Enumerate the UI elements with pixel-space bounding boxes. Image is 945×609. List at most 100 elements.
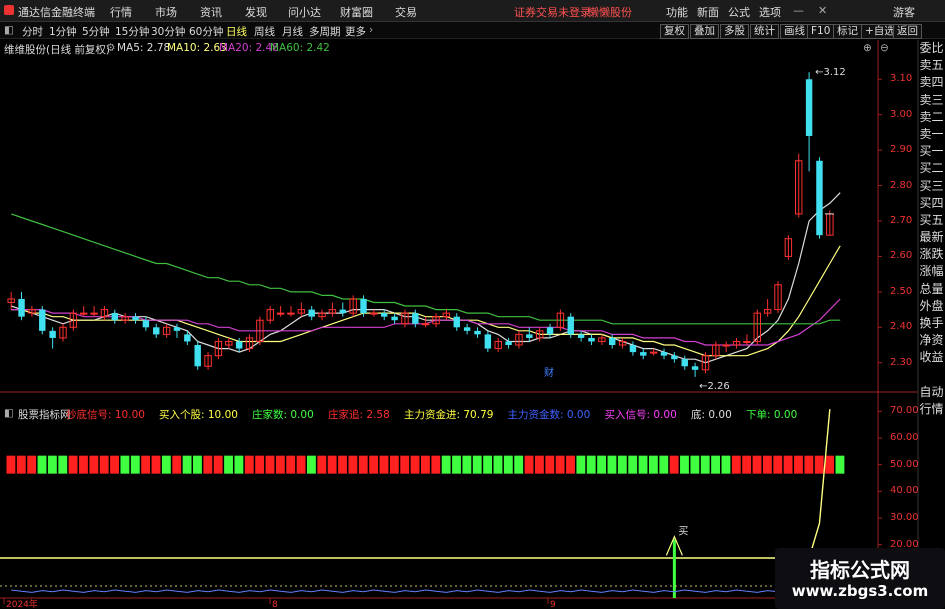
- zoom-out-icon[interactable]: ⊖: [880, 42, 889, 54]
- side-item-17[interactable]: 净资: [918, 332, 945, 349]
- signal-strip-cell: [503, 455, 513, 474]
- menu-formula[interactable]: 公式: [728, 4, 750, 20]
- guest-label[interactable]: 游客: [893, 4, 915, 20]
- back-icon[interactable]: ◧: [4, 24, 14, 36]
- menu-hq[interactable]: 行情: [110, 4, 132, 20]
- signal-strip-cell: [421, 455, 430, 474]
- signal-strip-cell: [742, 455, 752, 474]
- tab-60min[interactable]: 60分钟: [189, 24, 223, 39]
- f10-button[interactable]: F10: [807, 24, 835, 39]
- tab-5min[interactable]: 5分钟: [82, 24, 110, 39]
- signal-strip-cell: [493, 455, 503, 474]
- multi-stock-button[interactable]: 多股: [720, 24, 749, 39]
- menu-trade[interactable]: 交易: [395, 4, 417, 20]
- side-item-15[interactable]: 外盘: [918, 298, 945, 315]
- tab-1min[interactable]: 1分钟: [49, 24, 77, 39]
- side-item-18[interactable]: 收益: [918, 349, 945, 366]
- signal-strip-cell: [566, 455, 575, 474]
- side-item-9[interactable]: 买四: [918, 195, 945, 212]
- statistics-button[interactable]: 统计: [750, 24, 779, 39]
- price-axis-label: 3.00: [890, 108, 913, 120]
- price-axis-label: 2.70: [890, 215, 913, 226]
- side-item-16[interactable]: 换手: [918, 315, 945, 332]
- side-item-6[interactable]: 买一: [918, 143, 945, 160]
- menu-bar: 通达信金融终端 行情 市场 资讯 发现 问小达 财富圈 交易 证券交易未登录 懒…: [0, 0, 945, 22]
- side-item-4[interactable]: 卖二: [918, 109, 945, 126]
- side-item-11[interactable]: 最新: [918, 229, 945, 246]
- signal-strip-cell: [6, 455, 16, 474]
- menu-wealth[interactable]: 财富圈: [340, 4, 373, 20]
- period-tabs: ◧ 分时 1分钟 5分钟 15分钟 30分钟 60分钟 日线 周线 月线 多周期…: [0, 22, 945, 39]
- signal-strip-cell: [58, 455, 68, 474]
- tab-weekly[interactable]: 周线: [254, 24, 275, 39]
- mark-button[interactable]: 标记: [833, 24, 862, 39]
- tab-30min[interactable]: 30分钟: [151, 24, 185, 39]
- side-item-10[interactable]: 买五: [918, 212, 945, 229]
- app-logo-icon: [4, 5, 14, 15]
- signal-strip-cell: [524, 455, 534, 474]
- signal-strip-cell: [338, 455, 347, 474]
- side-item-5[interactable]: 卖一: [918, 126, 945, 143]
- zoom-in-icon[interactable]: ⊕: [863, 42, 872, 54]
- user-name[interactable]: 懒懒股份: [588, 4, 632, 20]
- menu-new-page[interactable]: 新面: [697, 4, 719, 20]
- tab-fenshi[interactable]: 分时: [22, 24, 43, 39]
- minimize-icon[interactable]: —: [793, 4, 804, 17]
- candle-body-down: [691, 366, 699, 370]
- side2-item-0[interactable]: 自动: [918, 384, 945, 401]
- menu-options[interactable]: 选项: [759, 4, 781, 20]
- tab-multi-period[interactable]: 多周期: [309, 24, 341, 39]
- side-item-8[interactable]: 买三: [918, 178, 945, 195]
- side-item-2[interactable]: 卖四: [918, 74, 945, 91]
- menu-function[interactable]: 功能: [666, 4, 688, 20]
- side-item-1[interactable]: 卖五: [918, 57, 945, 74]
- tab-15min[interactable]: 15分钟: [115, 24, 149, 39]
- signal-strip-cell: [545, 455, 555, 474]
- side-item-14[interactable]: 总量: [918, 281, 945, 298]
- app-title: 通达信金融终端: [18, 6, 95, 19]
- candle-body-down: [49, 330, 56, 338]
- draw-line-button[interactable]: 画线: [780, 24, 809, 39]
- menu-market[interactable]: 市场: [155, 4, 177, 20]
- ma-line-ma60: [11, 213, 841, 325]
- price-axis-label: 2.60: [890, 250, 913, 262]
- candle-body-down: [194, 345, 201, 367]
- signal-strip-cell: [203, 455, 213, 474]
- indicator-icon[interactable]: ◧: [4, 407, 14, 419]
- tab-monthly[interactable]: 月线: [282, 24, 303, 39]
- signal-strip-cell: [638, 455, 648, 474]
- close-icon[interactable]: ✕: [818, 4, 827, 17]
- side-item-3[interactable]: 卖三: [918, 92, 945, 109]
- watermark-logo: 指标公式网 www.zbgs3.com: [775, 548, 945, 609]
- menu-news[interactable]: 资讯: [200, 4, 222, 20]
- date-label: 8: [272, 600, 278, 609]
- kline-chart[interactable]: ←3.12 ←2.26 财买 2024年 8 9: [0, 0, 945, 609]
- settings-icon[interactable]: ⚙: [106, 42, 115, 54]
- side-item-7[interactable]: 买二: [918, 160, 945, 177]
- signal-strip-cell: [369, 455, 379, 474]
- signal-strip-cell: [224, 455, 233, 474]
- trade-login-status[interactable]: 证券交易未登录: [514, 4, 591, 20]
- menu-ask[interactable]: 问小达: [288, 4, 321, 20]
- tab-daily[interactable]: 日线: [226, 24, 247, 39]
- menu-discover[interactable]: 发现: [245, 4, 267, 20]
- side-item-13[interactable]: 涨幅: [918, 263, 945, 280]
- signal-strip-cell: [452, 455, 461, 474]
- indicator-item-4: 主力资金进: 70.79: [404, 409, 494, 421]
- signal-strip-cell: [110, 455, 119, 474]
- overlay-button[interactable]: 叠加: [690, 24, 719, 39]
- side-item-12[interactable]: 涨跌: [918, 246, 945, 263]
- candle-body-down: [660, 352, 668, 356]
- return-button[interactable]: 返回: [893, 24, 922, 39]
- candle-body-down: [142, 320, 150, 328]
- fuquan-button[interactable]: 复权: [660, 24, 689, 39]
- signal-strip-cell: [597, 455, 607, 474]
- candle-body-down: [132, 316, 139, 321]
- chevron-right-icon[interactable]: ›: [369, 24, 373, 36]
- signal-strip-cell: [410, 455, 420, 474]
- side-item-0[interactable]: 委比: [918, 40, 945, 57]
- signal-strip-cell: [151, 455, 161, 474]
- tab-more[interactable]: 更多: [345, 24, 366, 39]
- signal-strip-cell: [555, 455, 565, 474]
- indicator-name[interactable]: 股票指标网: [18, 407, 71, 422]
